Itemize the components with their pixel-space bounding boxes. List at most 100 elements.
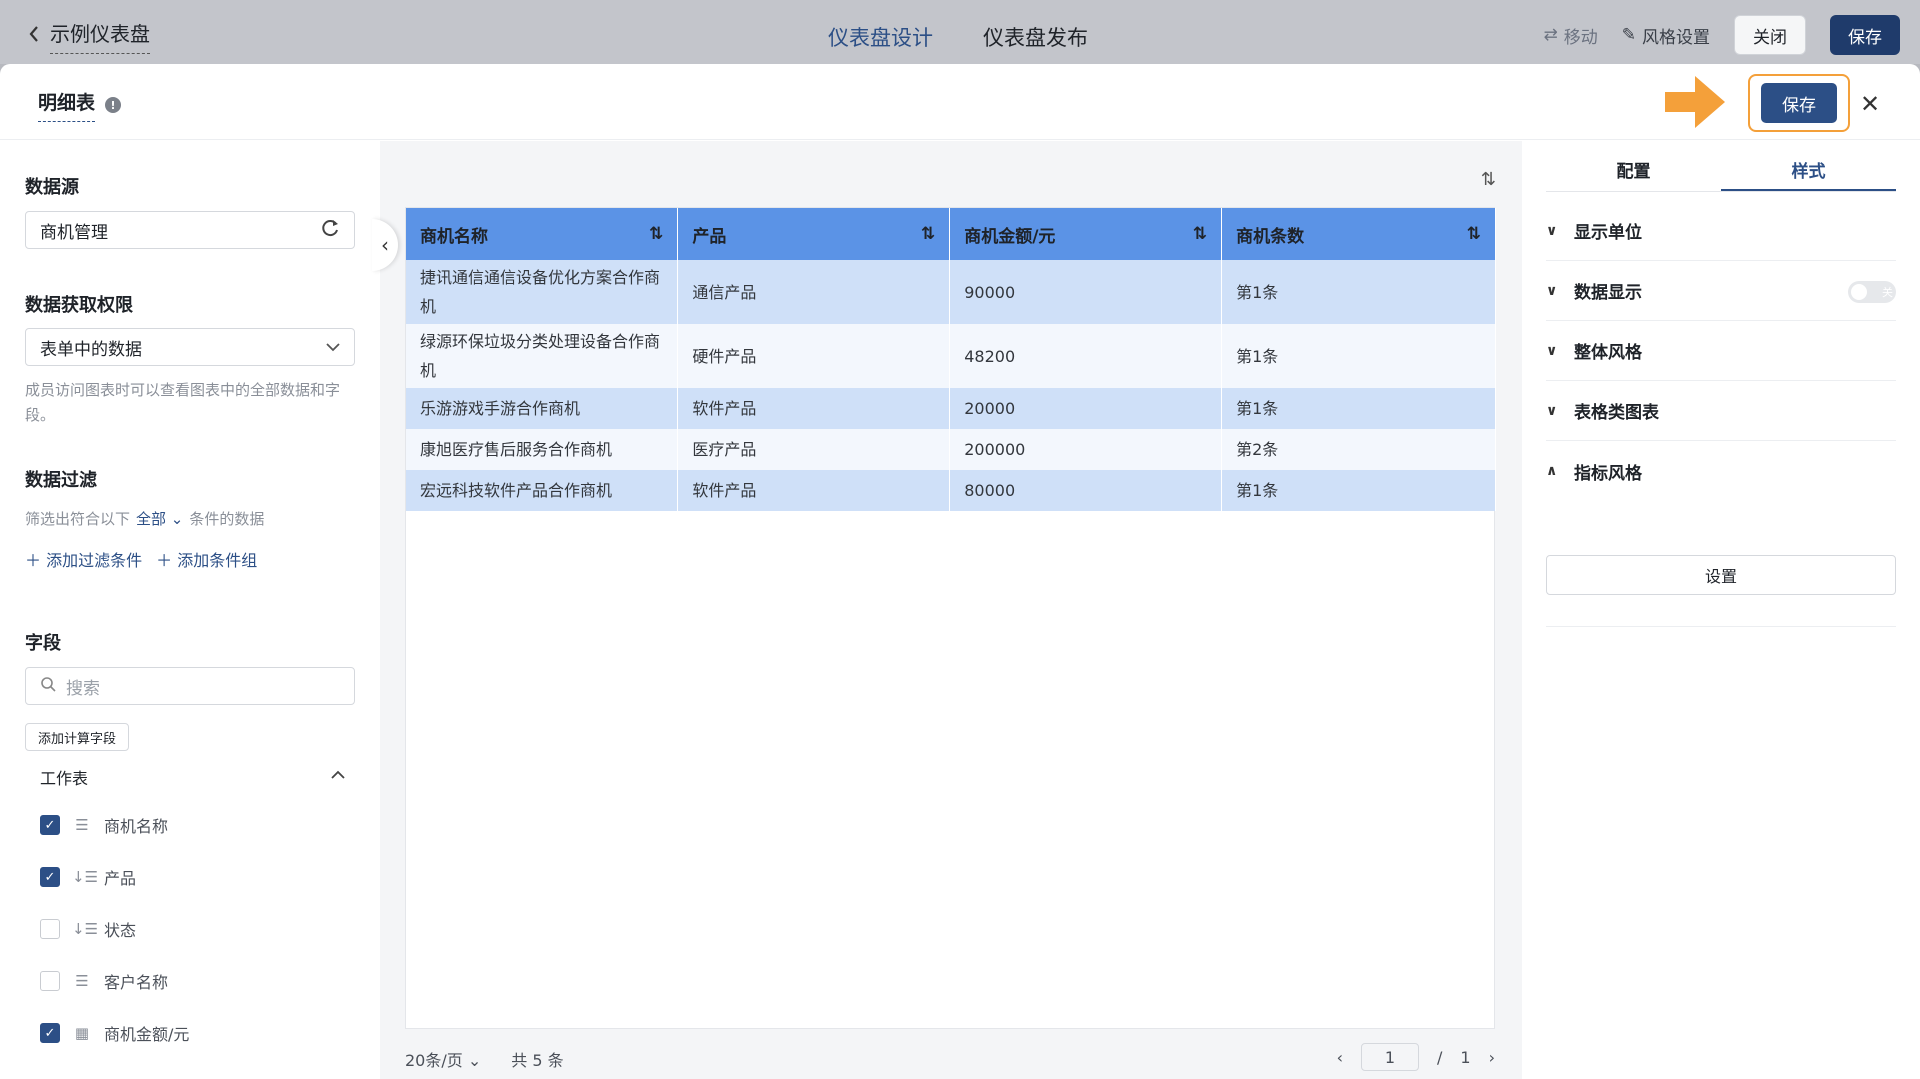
datasource-select[interactable]: 商机管理 (25, 211, 355, 249)
table-cell: 乐游游戏手游合作商机 (406, 388, 679, 429)
column-header[interactable]: 商机条数 ⇅ (1221, 208, 1496, 260)
chevron-up-icon (331, 765, 345, 789)
filter-title: 数据过滤 (25, 470, 97, 491)
back-to-dashboard[interactable]: 示例仪表盘 (28, 18, 150, 54)
prev-page-icon[interactable]: ‹ (1337, 1048, 1343, 1067)
section-label: 整体风格 (1574, 343, 1642, 363)
column-header-label: 商机金额/元 (964, 226, 1056, 247)
tab-design[interactable]: 仪表盘设计 (828, 22, 933, 52)
add-filter-button[interactable]: ＋ 添加过滤条件 (25, 547, 142, 571)
set-button[interactable]: 设置 (1546, 555, 1896, 595)
filter-actions: ＋ 添加过滤条件 ＋ 添加条件组 (25, 547, 257, 571)
search-icon (40, 676, 56, 697)
field-checkbox[interactable]: ✓ (40, 867, 60, 887)
sort-icon[interactable]: ⇅ (649, 224, 663, 244)
table-preview: ⇅ 商机名称 ⇅ 产品 ⇅ 商机金额/元 ⇅ 商机条数 ⇅ 捷讯通信通信设备优化方案合作商机通… (380, 141, 1522, 1079)
datasource-title: 数据源 (25, 177, 79, 198)
column-header-label: 商机名称 (420, 226, 488, 247)
sort-icon[interactable]: ⇅ (1467, 224, 1481, 244)
field-checkbox[interactable] (40, 971, 60, 991)
column-header[interactable]: 商机名称 ⇅ (406, 208, 679, 260)
next-page-icon[interactable]: › (1489, 1048, 1495, 1067)
top-bar: 示例仪表盘 仪表盘设计 仪表盘发布 ⇄ 移动 ✎ 风格设置 关闭 保存 (0, 0, 1920, 64)
field-label: 状态 (104, 921, 137, 940)
table-cell: 第1条 (1221, 260, 1496, 324)
field-label: 产品 (104, 869, 137, 888)
info-icon[interactable]: ! (105, 97, 122, 113)
modal-save-button[interactable]: 保存 (1761, 83, 1837, 123)
close-icon[interactable]: ✕ (1860, 90, 1880, 118)
style-settings-button[interactable]: ✎ 风格设置 (1622, 23, 1710, 48)
column-header-label: 产品 (692, 226, 727, 247)
section-overall-style[interactable]: ∨ 整体风格 (1546, 321, 1896, 381)
page-separator: / (1437, 1047, 1443, 1067)
field-item[interactable]: ✓ ↓☰ 产品 (40, 865, 136, 889)
chart-title-text[interactable]: 明细表 (38, 88, 96, 122)
field-checkbox[interactable]: ✓ (40, 1023, 60, 1043)
table-cell: 48200 (949, 324, 1223, 388)
table-row[interactable]: 乐游游戏手游合作商机 软件产品 20000 第1条 (406, 388, 1496, 429)
table-row[interactable]: 宏远科技软件产品合作商机 软件产品 80000 第1条 (406, 470, 1496, 511)
table-cell: 20000 (949, 388, 1223, 429)
filter-suffix: 条件的数据 (189, 510, 265, 528)
chevron-down-icon (326, 337, 340, 357)
worksheet-group[interactable]: 工作表 (40, 765, 345, 789)
section-table-chart[interactable]: ∨ 表格类图表 (1546, 381, 1896, 441)
filter-mode: 全部 (136, 510, 167, 528)
section-display-unit[interactable]: ∨ 显示单位 (1546, 201, 1896, 261)
chevron-down-icon: ∨ (1546, 222, 1558, 239)
field-label: 商机金额/元 (104, 1025, 190, 1044)
sort-icon[interactable]: ⇅ (1481, 169, 1496, 190)
divider (1546, 626, 1896, 627)
column-header[interactable]: 商机金额/元 ⇅ (949, 208, 1223, 260)
permission-hint: 成员访问图表时可以查看图表中的全部数据和字段。 (25, 381, 341, 424)
style-tabs: 配置 样式 (1546, 141, 1896, 192)
table-row[interactable]: 绿源环保垃圾分类处理设备合作商机 硬件产品 48200 第1条 (406, 324, 1496, 388)
top-save-button[interactable]: 保存 (1830, 15, 1900, 55)
sort-icon[interactable]: ⇅ (1193, 224, 1207, 244)
plus-icon: ＋ (25, 551, 42, 570)
field-search-input[interactable]: 搜索 (25, 667, 355, 705)
field-item[interactable]: ✓ ☰ 商机名称 (40, 813, 168, 837)
field-item[interactable]: ✓ ▦ 商机金额/元 (40, 1021, 189, 1045)
field-item[interactable]: ☰ 客户名称 (40, 969, 168, 993)
page-size-select[interactable]: 20条/页 ⌄ (405, 1047, 481, 1071)
total-pages: 1 (1460, 1047, 1471, 1067)
field-checkbox[interactable]: ✓ (40, 815, 60, 835)
filter-prefix: 筛选出符合以下 (25, 510, 131, 528)
table-cell: 捷讯通信通信设备优化方案合作商机 (406, 260, 679, 324)
field-item[interactable]: ↓☰ 状态 (40, 917, 136, 941)
tab-config[interactable]: 配置 (1546, 141, 1721, 191)
move-button[interactable]: ⇄ 移动 (1544, 23, 1598, 48)
column-header-content: 产品 ⇅ (692, 222, 935, 247)
modal-header: 明细表 ! 保存 ✕ (0, 64, 1920, 140)
page-input[interactable]: 1 (1361, 1043, 1420, 1071)
add-calc-field-button[interactable]: 添加计算字段 (25, 723, 130, 751)
number-icon: ▦ (74, 1024, 90, 1042)
permission-select[interactable]: 表单中的数据 (25, 328, 355, 366)
table-cell: 医疗产品 (677, 429, 951, 470)
section-metric-style[interactable]: ∧ 指标风格 (1546, 441, 1896, 501)
column-header[interactable]: 产品 ⇅ (677, 208, 951, 260)
tab-style[interactable]: 样式 (1721, 141, 1896, 191)
table-cell: 硬件产品 (677, 324, 951, 388)
table-row[interactable]: 捷讯通信通信设备优化方案合作商机 通信产品 90000 第1条 (406, 260, 1496, 324)
detail-table: 商机名称 ⇅ 产品 ⇅ 商机金额/元 ⇅ 商机条数 ⇅ 捷讯通信通信设备优化方案合作商机 通信产… (405, 207, 1496, 1029)
table-row[interactable]: 康旭医疗售后服务合作商机 医疗产品 200000 第2条 (406, 429, 1496, 470)
refresh-icon[interactable] (320, 218, 340, 243)
sort-icon[interactable]: ⇅ (921, 224, 935, 244)
section-data-display[interactable]: ∨ 数据显示 关 (1546, 261, 1896, 321)
chevron-down-icon: ∨ (1546, 282, 1558, 299)
filter-description: 筛选出符合以下 全部 ⌄ 条件的数据 (25, 507, 355, 532)
wand-icon: ✎ (1621, 25, 1636, 45)
text-icon: ☰ (75, 816, 89, 834)
search-placeholder: 搜索 (66, 678, 100, 699)
close-button[interactable]: 关闭 (1734, 15, 1806, 55)
tab-publish[interactable]: 仪表盘发布 (983, 22, 1088, 52)
field-checkbox[interactable] (40, 919, 60, 939)
add-group-button[interactable]: ＋ 添加条件组 (156, 547, 257, 571)
data-display-toggle[interactable]: 关 (1848, 281, 1896, 303)
filter-mode-select[interactable]: 全部 ⌄ (136, 507, 183, 532)
table-cell: 第1条 (1221, 388, 1496, 429)
dashboard-tabs: 仪表盘设计 仪表盘发布 (828, 22, 1088, 52)
